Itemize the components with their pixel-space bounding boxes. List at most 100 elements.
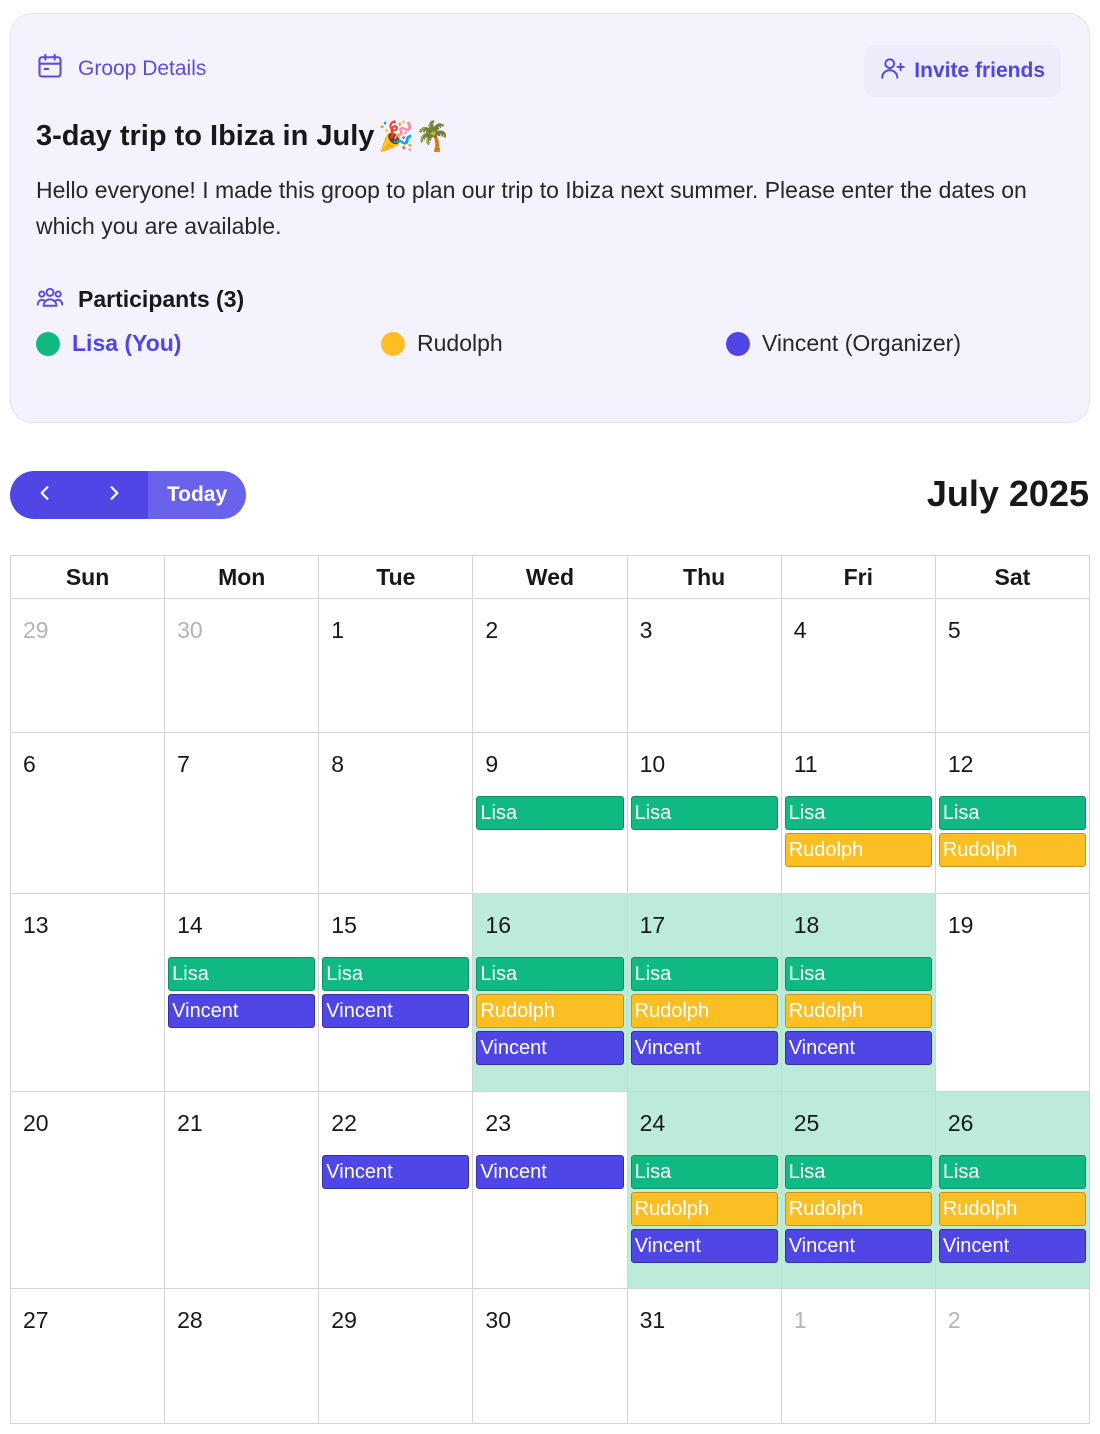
availability-event-lisa[interactable]: Lisa	[784, 1155, 932, 1189]
availability-event-vincent[interactable]: Vincent	[784, 1031, 932, 1065]
availability-event-vincent[interactable]: Vincent	[322, 994, 470, 1028]
day-number: 12	[947, 751, 974, 777]
availability-event-rudolph[interactable]: Rudolph	[784, 994, 932, 1028]
calendar-day-cell[interactable]: 27	[11, 1289, 166, 1424]
calendar-day-cell[interactable]: 31	[627, 1289, 782, 1424]
day-events: Lisa Rudolph Vincent	[938, 1155, 1086, 1263]
calendar-week-row: 13 14 Lisa Vincent 15 Lisa Vincent 16 Lisa Rudolp…	[10, 894, 1090, 1092]
availability-event-lisa[interactable]: Lisa	[322, 957, 470, 991]
calendar-day-cell[interactable]: 2	[935, 1289, 1090, 1424]
calendar-week-row: 27 28 29 30 31 1 2	[10, 1289, 1090, 1424]
calendar-day-cell[interactable]: 6	[11, 733, 166, 894]
group-details-header: Groop Details	[36, 52, 206, 85]
weekday-header: Thu	[627, 556, 782, 599]
availability-event-lisa[interactable]: Lisa	[938, 1155, 1086, 1189]
calendar-day-cell[interactable]: 12 Lisa Rudolph	[935, 733, 1090, 894]
invite-friends-label: Invite friends	[914, 59, 1045, 82]
day-events: Lisa Rudolph Vincent	[784, 1155, 932, 1263]
participant-vincent: Vincent (Organizer)	[726, 330, 961, 357]
availability-event-vincent[interactable]: Vincent	[784, 1229, 932, 1263]
calendar-day-cell[interactable]: 15 Lisa Vincent	[319, 894, 474, 1092]
next-month-button[interactable]	[79, 471, 148, 519]
day-events: Lisa	[630, 796, 778, 830]
availability-event-lisa[interactable]: Lisa	[630, 796, 778, 830]
availability-event-lisa[interactable]: Lisa	[476, 957, 624, 991]
calendar-day-cell[interactable]: 1	[319, 599, 474, 733]
calendar-day-cell[interactable]: 17 Lisa Rudolph Vincent	[627, 894, 782, 1092]
availability-event-rudolph[interactable]: Rudolph	[784, 833, 932, 867]
day-number: 1	[793, 1307, 807, 1333]
day-number: 5	[947, 617, 961, 643]
participant-color-dot	[381, 331, 405, 356]
today-button[interactable]: Today	[148, 471, 246, 519]
calendar-day-cell[interactable]: 30	[473, 1289, 628, 1424]
availability-event-lisa[interactable]: Lisa	[938, 796, 1086, 830]
availability-event-rudolph[interactable]: Rudolph	[630, 1192, 778, 1226]
calendar-day-cell[interactable]: 24 Lisa Rudolph Vincent	[627, 1092, 782, 1289]
calendar-day-cell[interactable]: 28	[165, 1289, 320, 1424]
calendar-day-cell[interactable]: 29	[11, 599, 166, 733]
calendar-day-cell[interactable]: 26 Lisa Rudolph Vincent	[935, 1092, 1090, 1289]
calendar-day-cell[interactable]: 5	[935, 599, 1090, 733]
calendar-day-cell[interactable]: 30	[165, 599, 320, 733]
availability-event-rudolph[interactable]: Rudolph	[784, 1192, 932, 1226]
calendar-day-cell[interactable]: 7	[165, 733, 320, 894]
availability-event-rudolph[interactable]: Rudolph	[938, 833, 1086, 867]
weekday-header-row: Sun Mon Tue Wed Thu Fri Sat	[10, 555, 1090, 599]
availability-event-lisa[interactable]: Lisa	[168, 957, 316, 991]
calendar-day-cell[interactable]: 23 Vincent	[473, 1092, 628, 1289]
calendar-day-cell[interactable]: 25 Lisa Rudolph Vincent	[781, 1092, 936, 1289]
calendar-day-cell[interactable]: 29	[319, 1289, 474, 1424]
prev-month-button[interactable]	[10, 471, 79, 519]
calendar-day-cell[interactable]: 8	[319, 733, 474, 894]
calendar-week-row: 29 30 1 2 3 4 5	[10, 599, 1090, 733]
day-number: 24	[639, 1110, 666, 1136]
calendar-day-cell[interactable]: 1	[781, 1289, 936, 1424]
day-number: 18	[793, 912, 820, 938]
availability-event-lisa[interactable]: Lisa	[630, 957, 778, 991]
participant-color-dot	[726, 331, 750, 356]
calendar-day-cell[interactable]: 14 Lisa Vincent	[165, 894, 320, 1092]
calendar-day-cell[interactable]: 2	[473, 599, 628, 733]
availability-event-lisa[interactable]: Lisa	[630, 1155, 778, 1189]
day-number: 28	[177, 1307, 203, 1333]
trip-title: 3-day trip to Ibiza in July 🎉🌴	[36, 120, 451, 154]
participant-rudolph: Rudolph	[381, 330, 503, 357]
weekday-header: Fri	[781, 556, 936, 599]
invite-friends-button[interactable]: Invite friends	[864, 45, 1061, 97]
calendar-day-cell[interactable]: 13	[11, 894, 166, 1092]
day-number: 1	[331, 617, 345, 643]
availability-event-vincent[interactable]: Vincent	[476, 1155, 624, 1189]
calendar-day-cell[interactable]: 3	[627, 599, 782, 733]
calendar-week-row: 6 7 8 9 Lisa 10 Lisa 11 Lisa Rudolph 12 Lisa Rudolph	[10, 733, 1090, 894]
calendar-day-cell[interactable]: 21	[165, 1092, 320, 1289]
calendar-day-cell[interactable]: 4	[781, 599, 936, 733]
day-number: 23	[485, 1110, 512, 1136]
availability-event-vincent[interactable]: Vincent	[322, 1155, 470, 1189]
availability-event-vincent[interactable]: Vincent	[938, 1229, 1086, 1263]
calendar-day-cell[interactable]: 10 Lisa	[627, 733, 782, 894]
day-number: 11	[793, 751, 818, 777]
availability-event-rudolph[interactable]: Rudolph	[630, 994, 778, 1028]
calendar-day-cell[interactable]: 9 Lisa	[473, 733, 628, 894]
calendar-day-cell[interactable]: 18 Lisa Rudolph Vincent	[781, 894, 936, 1092]
availability-event-rudolph[interactable]: Rudolph	[476, 994, 624, 1028]
availability-event-vincent[interactable]: Vincent	[476, 1031, 624, 1065]
availability-event-lisa[interactable]: Lisa	[476, 796, 624, 830]
calendar-day-cell[interactable]: 11 Lisa Rudolph	[781, 733, 936, 894]
availability-event-lisa[interactable]: Lisa	[784, 957, 932, 991]
day-number: 20	[23, 1110, 49, 1136]
availability-event-lisa[interactable]: Lisa	[784, 796, 932, 830]
day-events: Lisa Rudolph Vincent	[784, 957, 932, 1065]
day-number: 10	[639, 751, 666, 777]
availability-event-vincent[interactable]: Vincent	[630, 1229, 778, 1263]
calendar-day-cell[interactable]: 22 Vincent	[319, 1092, 474, 1289]
participant-name: Lisa (You)	[72, 330, 182, 356]
calendar-day-cell[interactable]: 20	[11, 1092, 166, 1289]
calendar-day-cell[interactable]: 16 Lisa Rudolph Vincent	[473, 894, 628, 1092]
calendar-day-cell[interactable]: 19	[935, 894, 1090, 1092]
availability-event-vincent[interactable]: Vincent	[168, 994, 316, 1028]
day-number: 30	[177, 617, 203, 643]
availability-event-vincent[interactable]: Vincent	[630, 1031, 778, 1065]
availability-event-rudolph[interactable]: Rudolph	[938, 1192, 1086, 1226]
